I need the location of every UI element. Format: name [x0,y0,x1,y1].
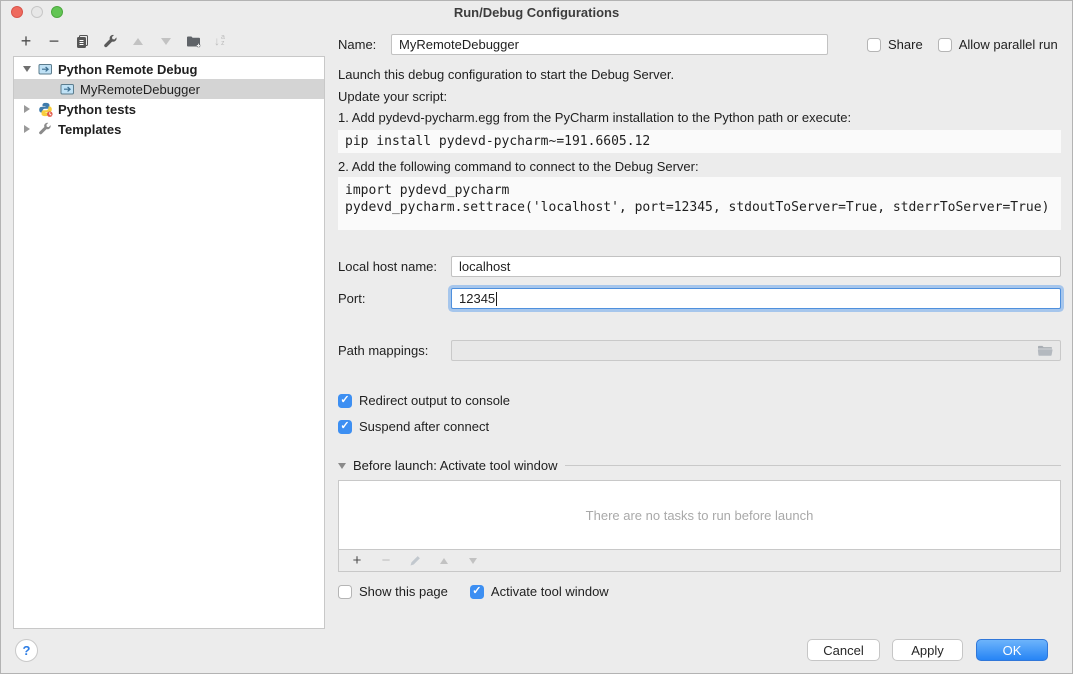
python-tests-icon [37,102,53,116]
local-host-label: Local host name: [338,259,451,274]
edit-task-icon [407,553,423,569]
path-mappings-label: Path mappings: [338,343,451,358]
move-up-icon [130,33,146,49]
show-this-page-checkbox-group[interactable]: Show this page [338,584,448,599]
help-button[interactable]: ? [15,639,38,662]
redirect-output-checkbox-group[interactable]: ✓ Redirect output to console [338,393,1061,408]
browse-folder-icon[interactable] [1037,344,1053,357]
window-title: Run/Debug Configurations [454,5,619,20]
close-window-icon[interactable] [11,6,23,18]
port-value: 12345 [459,291,495,306]
share-label: Share [888,37,923,52]
name-label: Name: [338,37,391,52]
before-launch-title: Before launch: Activate tool window [353,458,558,473]
activate-tool-window-checkbox[interactable]: ✓ [470,585,484,599]
suspend-after-connect-checkbox[interactable]: ✓ [338,420,352,434]
chevron-right-icon[interactable] [22,105,32,113]
local-host-value: localhost [459,259,510,274]
before-launch-empty-text: There are no tasks to run before launch [586,508,814,523]
port-label: Port: [338,291,451,306]
text-caret [496,292,497,306]
name-row: Name: MyRemoteDebugger Share Allow paral… [338,34,1061,55]
share-checkbox-group[interactable]: Share [867,37,923,52]
title-bar: Run/Debug Configurations [1,1,1072,23]
remote-debug-icon [59,82,75,96]
add-icon[interactable]: + [18,33,34,49]
show-this-page-checkbox[interactable] [338,585,352,599]
activate-tool-window-label: Activate tool window [491,584,609,599]
pip-install-code: pip install pydevd-pycharm~=191.6605.12 [338,130,1061,153]
allow-parallel-run-checkbox-group[interactable]: Allow parallel run [938,37,1058,52]
suspend-after-connect-checkbox-group[interactable]: ✓ Suspend after connect [338,419,1061,434]
instruction-step-1: 1. Add pydevd-pycharm.egg from the PyCha… [338,110,1061,125]
ok-button[interactable]: OK [976,639,1048,661]
remove-icon[interactable]: − [46,33,62,49]
chevron-right-icon[interactable] [22,125,32,133]
path-mappings-row: Path mappings: [338,340,1061,361]
suspend-after-connect-label: Suspend after connect [359,419,489,434]
settrace-code: import pydevd_pycharm pydevd_pycharm.sett… [338,177,1061,230]
tree-item-python-remote-debug[interactable]: Python Remote Debug [14,59,324,79]
move-task-up-icon [436,553,452,569]
port-row: Port: 12345 [338,288,1061,309]
name-input[interactable]: MyRemoteDebugger [391,34,828,55]
before-launch-toolbar: + − [338,550,1061,572]
move-down-icon [158,33,174,49]
allow-parallel-run-label: Allow parallel run [959,37,1058,52]
sort-alphabetically-icon: ↓az [214,34,225,48]
remote-debug-icon [37,62,53,76]
add-task-icon[interactable]: + [349,553,365,569]
window-controls [11,6,63,18]
settrace-code-line-1: import pydevd_pycharm [345,183,509,198]
configuration-editor: Name: MyRemoteDebugger Share Allow paral… [338,23,1061,599]
before-launch-task-list[interactable]: There are no tasks to run before launch [338,480,1061,550]
share-checkbox[interactable] [867,38,881,52]
name-value: MyRemoteDebugger [399,37,519,52]
new-folder-icon[interactable] [186,33,202,49]
page-options-row: Show this page ✓ Activate tool window [338,584,1061,599]
settrace-code-line-2: pydevd_pycharm.settrace('localhost', por… [345,200,1049,215]
tree-item-label: Templates [58,122,121,137]
path-mappings-input[interactable] [451,340,1061,361]
run-debug-configurations-dialog: Run/Debug Configurations + − ↓az [0,0,1073,674]
instruction-line-2: Update your script: [338,89,1061,104]
edit-wrench-icon[interactable] [102,33,118,49]
show-this-page-label: Show this page [359,584,448,599]
remove-task-icon: − [378,553,394,569]
before-launch-header[interactable]: Before launch: Activate tool window [338,458,1061,473]
configurations-tree: Python Remote Debug MyRemoteDebugger [13,56,325,629]
tree-item-templates[interactable]: Templates [14,119,324,139]
tree-item-label: Python Remote Debug [58,62,197,77]
tree-item-label: MyRemoteDebugger [80,82,200,97]
redirect-output-label: Redirect output to console [359,393,510,408]
copy-icon[interactable] [74,33,90,49]
templates-wrench-icon [37,122,53,136]
redirect-output-checkbox[interactable]: ✓ [338,394,352,408]
configurations-toolbar: + − ↓az [18,32,225,50]
apply-button[interactable]: Apply [892,639,963,661]
move-task-down-icon [465,553,481,569]
port-input[interactable]: 12345 [451,288,1061,309]
header-divider [565,465,1061,466]
instruction-step-2: 2. Add the following command to connect … [338,159,1061,174]
help-icon: ? [23,643,31,658]
instruction-line-1: Launch this debug configuration to start… [338,67,1061,82]
allow-parallel-run-checkbox[interactable] [938,38,952,52]
tree-item-myremotedebugger[interactable]: MyRemoteDebugger [14,79,324,99]
chevron-down-icon[interactable] [22,66,32,72]
local-host-row: Local host name: localhost [338,256,1061,277]
activate-tool-window-checkbox-group[interactable]: ✓ Activate tool window [470,584,609,599]
tree-item-label: Python tests [58,102,136,117]
local-host-input[interactable]: localhost [451,256,1061,277]
minimize-window-icon [31,6,43,18]
collapse-triangle-icon[interactable] [338,463,346,469]
zoom-window-icon[interactable] [51,6,63,18]
cancel-button[interactable]: Cancel [807,639,880,661]
tree-item-python-tests[interactable]: Python tests [14,99,324,119]
